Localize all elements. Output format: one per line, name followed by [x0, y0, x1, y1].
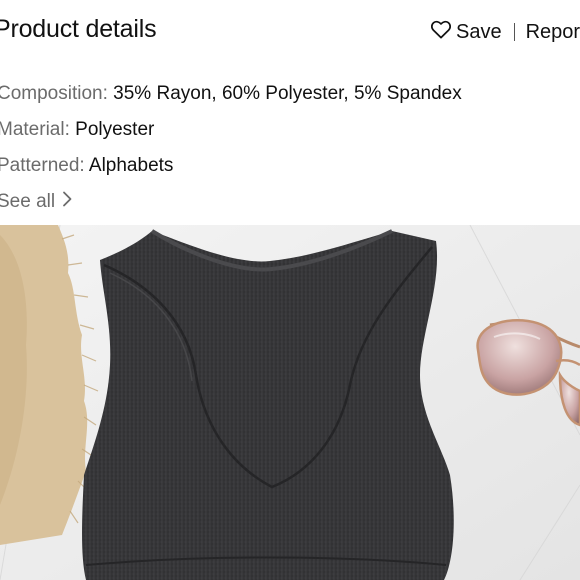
attribute-row-material: Material: Polyester: [0, 112, 462, 148]
attribute-label: Material:: [0, 119, 70, 140]
attribute-label: Patterned:: [0, 155, 85, 176]
report-button[interactable]: Report: [526, 21, 580, 44]
product-attributes: Composition: 35% Rayon, 60% Polyester, 5…: [0, 76, 462, 220]
attribute-value: 35% Rayon, 60% Polyester, 5% Spandex: [113, 83, 462, 104]
product-details-header: Product details Save Report: [0, 0, 580, 62]
page-title: Product details: [0, 15, 157, 43]
attribute-value: Alphabets: [88, 155, 174, 176]
tank-top: [82, 229, 454, 580]
see-all-link[interactable]: See all: [0, 184, 73, 220]
see-all-label: See all: [0, 191, 56, 212]
attribute-row-composition: Composition: 35% Rayon, 60% Polyester, 5…: [0, 76, 462, 112]
attribute-row-patterned: Patterned: Alphabets: [0, 148, 462, 184]
save-label: Save: [456, 20, 502, 43]
save-button[interactable]: Save: [430, 19, 502, 45]
header-actions: Save Report: [430, 19, 580, 45]
see-all-row: See all: [0, 184, 462, 220]
product-photo-image: [0, 225, 580, 580]
product-photo[interactable]: [0, 225, 580, 580]
heart-icon: [430, 19, 456, 45]
action-divider: [513, 23, 515, 41]
attribute-value: Polyester: [75, 119, 155, 140]
product-details-screen: Product details Save Report Composition:…: [0, 0, 580, 580]
attribute-label: Composition:: [0, 83, 108, 104]
chevron-right-icon: [55, 184, 73, 220]
